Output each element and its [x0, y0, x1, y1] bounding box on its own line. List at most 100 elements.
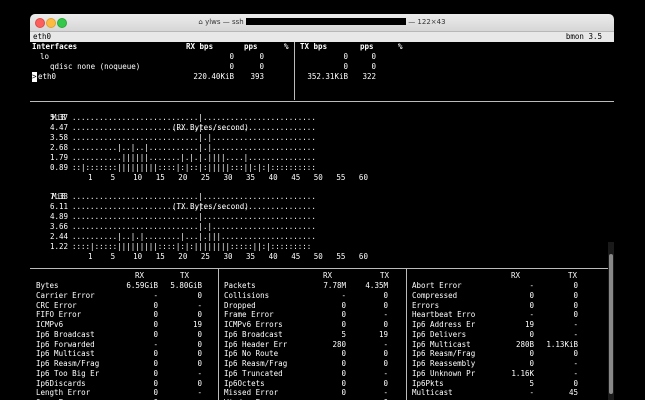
- tx-bps-value: 0: [343, 52, 348, 61]
- tx-graph-heading: MiB (TX Bytes/second): [30, 182, 249, 211]
- stat-name: Abort Error: [412, 281, 462, 290]
- app-version-label: bmon 3.5: [565, 32, 602, 41]
- stat-tx-value: -: [573, 320, 578, 329]
- interfaces-header: Interfaces RX bps pps % TX bps pps %: [30, 42, 614, 52]
- details-right-row: Ip6 Multicast 280B 1.13KiB: [30, 340, 614, 350]
- col-interfaces: Interfaces: [32, 42, 78, 51]
- section-divider: [30, 101, 614, 102]
- col-tx-bps: TX bps: [300, 42, 328, 51]
- stat-rx-value: -: [529, 388, 534, 398]
- window-title-prefix: ylws — ssh: [205, 18, 246, 26]
- tx-pps-value: 0: [371, 52, 376, 61]
- rx-x-axis-labels: 1 5 10 15 20 25 30 35 40 45 50 55 60: [88, 173, 368, 182]
- left-rx-header: RX: [135, 271, 145, 280]
- stat-rx-value: 1.16K: [511, 368, 534, 378]
- tx-graph-bars: ............................|...........…: [72, 202, 316, 211]
- stat-name: Ip6 Multicast: [412, 339, 471, 349]
- rx-pps-value: 0: [259, 52, 264, 61]
- rx-graph-bars: ..........|..|..|...........|.|.........…: [72, 143, 316, 152]
- stat-rx-value: 0: [529, 329, 534, 339]
- stat-name: Ip6 Delivers: [412, 329, 467, 339]
- interface-row-eth0[interactable]: > eth0 220.40KiB 393 352.31KiB 322: [30, 72, 614, 82]
- rx-graph-bars: ............................|...........…: [72, 113, 316, 122]
- rx-pps-value: 393: [250, 72, 264, 81]
- stat-rx-value: 0: [529, 290, 534, 300]
- middle-tx-header: TX: [380, 271, 390, 280]
- right-rx-header: RX: [511, 271, 521, 280]
- tx-y-label: 1.22: [49, 242, 68, 251]
- stat-name: Compressed: [412, 290, 458, 300]
- stat-rx-value: -: [529, 281, 534, 290]
- tx-y-label: 6.11: [49, 202, 68, 211]
- col-rx-pct: %: [284, 42, 289, 51]
- scrollbar-thumb[interactable]: [609, 254, 613, 394]
- tx-graph-bars: ............................|...........…: [72, 212, 316, 221]
- rx-y-label: 3.58: [49, 133, 68, 142]
- bmon-statusbar: eth0 bmon 3.5: [30, 32, 614, 42]
- details-right-row: Errors 0 0: [30, 301, 614, 311]
- details-right-row: Ip6 Reassembly 0 -: [30, 359, 614, 369]
- redacted-host: [245, 18, 406, 25]
- stat-tx-value: 45: [568, 388, 578, 398]
- rx-graph-bars: ............................|...........…: [72, 123, 316, 132]
- stat-rx-value: 19: [524, 320, 534, 329]
- stat-name: Multicast: [412, 388, 453, 398]
- section-divider: [30, 268, 614, 269]
- tx-graph-bars: ..........|..|.|........|...|.|||.......…: [72, 232, 316, 241]
- stat-rx-value: 0: [529, 300, 534, 310]
- tx-y-label: 7.33: [49, 192, 68, 201]
- stat-rx-value: 5: [529, 378, 534, 388]
- details-right-row: Ip6 Address Er 19 -: [30, 320, 614, 330]
- stat-tx-value: 0: [573, 281, 578, 290]
- stat-name: Ip6 Reassembly: [412, 359, 476, 368]
- terminal-window: ⌂ ylws — ssh — 122×43 eth0 bmon 3.5 Inte…: [30, 14, 614, 400]
- window-title-suffix: — 122×43: [405, 18, 446, 26]
- col-tx-pps: pps: [360, 42, 374, 51]
- details-right-row: Compressed 0 0: [30, 291, 614, 301]
- rx-y-label: 4.47: [49, 123, 68, 132]
- stat-tx-value: 1.13KiB: [546, 339, 578, 349]
- tx-y-label: 3.66: [49, 222, 68, 231]
- stat-tx-value: -: [573, 368, 578, 378]
- stat-name: Ip6 Unknown Pr: [412, 368, 476, 378]
- interface-name: lo: [40, 52, 50, 61]
- details-right-row: Ip6 Reasm/Frag 0 0: [30, 349, 614, 359]
- tx-bps-value: 0: [343, 62, 348, 71]
- rx-graph-bars: ::|:::::::|||||||||::::|:|::|:|||||:::||…: [72, 163, 316, 172]
- tx-pps-value: 0: [371, 62, 376, 71]
- stat-rx-value: 0: [529, 359, 534, 368]
- stat-tx-value: 0: [573, 300, 578, 310]
- rx-graph-heading: MiB (RX Bytes/second): [30, 103, 249, 132]
- interface-row-qdisc[interactable]: qdisc none (noqueue) 0 0 0 0: [30, 62, 614, 72]
- interface-name: qdisc none (noqueue): [50, 62, 141, 71]
- details-right-row: Abort Error - 0: [30, 281, 614, 291]
- tx-y-label: 4.89: [49, 212, 68, 221]
- stat-rx-value: 280B: [515, 339, 534, 349]
- stat-rx-value: 0: [529, 349, 534, 359]
- rx-bps-value: 0: [229, 52, 234, 61]
- stat-tx-value: 0: [573, 290, 578, 300]
- rx-y-label: 5.37: [49, 113, 68, 122]
- stat-tx-value: 0: [573, 310, 578, 320]
- rx-y-label: 1.79: [49, 153, 68, 162]
- details-right-row: Multicast - 45: [30, 388, 614, 398]
- window-title: ⌂ ylws — ssh — 122×43: [30, 18, 614, 26]
- tx-graph-bars: ............................|.|.........…: [72, 222, 316, 231]
- rx-bps-value: 220.40KiB: [193, 72, 234, 81]
- rx-bps-value: 0: [229, 62, 234, 71]
- details-right-row: Ip6 Unknown Pr 1.16K -: [30, 369, 614, 379]
- rx-graph-bars: ...........||||||.......|.|.|.||||....|.…: [72, 153, 316, 162]
- window-titlebar[interactable]: ⌂ ylws — ssh — 122×43: [30, 14, 614, 32]
- interface-row-lo[interactable]: lo 0 0 0 0: [30, 52, 614, 62]
- tx-x-axis-labels: 1 5 10 15 20 25 30 35 40 45 50 55 60: [88, 252, 368, 261]
- right-tx-header: TX: [568, 271, 578, 280]
- middle-rx-header: RX: [323, 271, 333, 280]
- rx-y-label: 2.68: [49, 143, 68, 152]
- stat-name: Ip6 Address Er: [412, 320, 476, 329]
- terminal-content[interactable]: eth0 bmon 3.5 Interfaces RX bps pps % TX…: [30, 32, 614, 400]
- current-interface-label: eth0: [33, 32, 52, 41]
- interface-name: eth0: [38, 72, 57, 81]
- tx-bps-value: 352.31KiB: [307, 72, 348, 81]
- tx-graph-bars: ............................|...........…: [72, 192, 316, 201]
- stat-rx-value: -: [529, 310, 534, 320]
